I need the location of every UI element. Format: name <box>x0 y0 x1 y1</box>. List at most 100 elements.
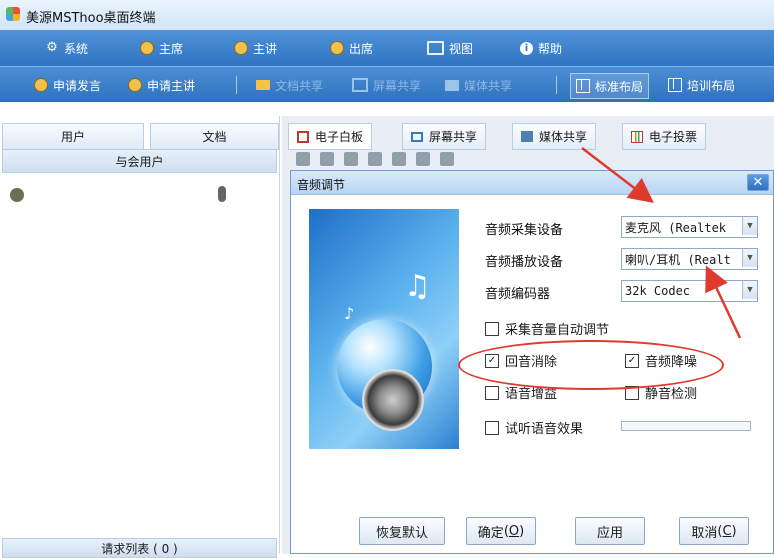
vote-icon <box>631 130 643 143</box>
menu-chair-label: 主席 <box>159 41 184 56</box>
ok-shortcut: O <box>508 523 520 539</box>
codec-label: 音频编码器 <box>485 287 551 302</box>
window-title: 美源MSThoo桌面终端 <box>26 11 156 26</box>
menu-system-label: 系统 <box>64 41 89 56</box>
screen-icon <box>411 131 423 142</box>
capture-device-value: 麦克风 (Realtek <box>625 220 727 235</box>
layout-icon <box>576 79 590 93</box>
ok-label: 确定 <box>477 525 504 541</box>
screen-share-label: 屏幕共享 <box>373 78 422 93</box>
menu-chair[interactable]: 主席 <box>140 30 183 66</box>
monitor-icon <box>427 41 444 55</box>
app-logo-icon <box>6 7 20 21</box>
request-present-button[interactable]: 申请主讲 <box>128 67 195 103</box>
user-icon <box>234 41 248 55</box>
menu-bar: ⚙ 系统 主席 主讲 出席 视图 i 帮助 <box>0 30 774 66</box>
window-titlebar: 美源MSThoo桌面终端 <box>0 0 774 30</box>
request-list-header[interactable]: 请求列表 ( 0 ) <box>2 538 277 558</box>
request-speak-button[interactable]: 申请发言 <box>34 67 101 103</box>
preview-label: 试听语音效果 <box>505 422 584 437</box>
user-tool-icon[interactable] <box>416 152 430 166</box>
copy-tool-icon[interactable] <box>344 152 358 166</box>
chevron-down-icon: ▼ <box>742 217 757 235</box>
left-panel: 用户 文档 与会用户 请求列表 ( 0 ) <box>0 116 280 558</box>
folder-icon <box>256 80 270 90</box>
auto-gain-label: 采集音量自动调节 <box>505 323 610 338</box>
music-note-icon: ♫ <box>404 269 431 304</box>
preview-level-meter <box>621 421 751 431</box>
film-icon <box>521 131 533 142</box>
user-icon <box>140 41 154 55</box>
whiteboard-icon <box>297 130 309 143</box>
playback-device-select[interactable]: 喇叭/耳机 (Realt ▼ <box>621 248 758 270</box>
menu-presenter[interactable]: 主讲 <box>234 30 277 66</box>
tab-voting-label: 电子投票 <box>649 130 698 144</box>
tab-whiteboard-label: 电子白板 <box>315 130 364 144</box>
user-speak-icon <box>34 78 48 92</box>
media-share-label: 媒体共享 <box>464 78 513 93</box>
standard-layout-button[interactable]: 标准布局 <box>570 73 650 99</box>
tab-whiteboard[interactable]: 电子白板 <box>288 123 373 150</box>
tab-voting[interactable]: 电子投票 <box>622 123 707 150</box>
speaker-icon <box>362 369 424 431</box>
chevron-down-icon: ▼ <box>742 249 757 267</box>
open-tool-icon[interactable] <box>320 152 334 166</box>
toolbar-separator <box>236 76 237 94</box>
menu-system[interactable]: ⚙ 系统 <box>45 30 88 66</box>
menu-view[interactable]: 视图 <box>427 30 473 66</box>
playback-device-label: 音频播放设备 <box>485 255 564 270</box>
menu-attend-label: 出席 <box>349 41 374 56</box>
standard-layout-label: 标准布局 <box>595 79 644 94</box>
training-layout-button[interactable]: 培训布局 <box>668 67 735 103</box>
menu-help-label: 帮助 <box>538 41 563 56</box>
chevron-down-icon: ▼ <box>742 281 757 299</box>
training-layout-label: 培训布局 <box>687 78 736 93</box>
checkbox-box <box>485 420 499 435</box>
tab-screen-share[interactable]: 屏幕共享 <box>402 123 487 150</box>
menu-help[interactable]: i 帮助 <box>520 30 562 66</box>
menu-presenter-label: 主讲 <box>253 41 278 56</box>
tab-users[interactable]: 用户 <box>2 123 144 150</box>
save-tool-icon[interactable] <box>368 152 382 166</box>
codec-select[interactable]: 32k Codec ▼ <box>621 280 758 302</box>
file-share-label: 文档共享 <box>275 78 324 93</box>
gear-icon: ⚙ <box>46 40 58 55</box>
file-share-button[interactable]: 文档共享 <box>256 67 323 103</box>
layout-icon <box>668 78 682 92</box>
help-icon: i <box>520 41 533 55</box>
capture-device-select[interactable]: 麦克风 (Realtek ▼ <box>621 216 758 238</box>
checkbox-box <box>485 385 499 400</box>
request-speak-label: 申请发言 <box>53 78 102 93</box>
cancel-button[interactable]: 取消(C) <box>679 517 749 545</box>
image-tool-icon[interactable] <box>392 152 406 166</box>
user-present-icon <box>128 78 142 92</box>
close-button[interactable]: ✕ <box>747 174 769 191</box>
toolbar-separator <box>556 76 557 94</box>
ok-button[interactable]: 确定(O) <box>466 517 536 545</box>
annotation-ellipse <box>458 340 724 390</box>
music-note-icon: ♪ <box>344 304 355 323</box>
screen-share-button[interactable]: 屏幕共享 <box>352 67 421 103</box>
cancel-label: 取消 <box>691 525 718 541</box>
tab-screen-share-label: 屏幕共享 <box>429 130 478 144</box>
user-icon <box>330 41 344 55</box>
playback-device-value: 喇叭/耳机 (Realt <box>625 252 731 267</box>
tab-documents[interactable]: 文档 <box>150 123 279 150</box>
user-tool-icon[interactable] <box>440 152 454 166</box>
auto-gain-checkbox[interactable]: 采集音量自动调节 <box>485 319 609 338</box>
audio-illustration: ♫ ♪ <box>309 209 459 449</box>
menu-view-label: 视图 <box>449 41 474 56</box>
media-share-button[interactable]: 媒体共享 <box>445 67 512 103</box>
apply-button[interactable]: 应用 <box>575 517 645 545</box>
pen-tool-icon[interactable] <box>296 152 310 166</box>
capture-device-label: 音频采集设备 <box>485 223 564 238</box>
dialog-title: 音频调节 <box>297 178 346 192</box>
tab-media-share[interactable]: 媒体共享 <box>512 123 597 150</box>
menu-attend[interactable]: 出席 <box>330 30 373 66</box>
cancel-shortcut: C <box>722 523 732 539</box>
restore-default-button[interactable]: 恢复默认 <box>359 517 445 545</box>
preview-checkbox[interactable]: 试听语音效果 <box>485 418 583 437</box>
tab-media-share-label: 媒体共享 <box>539 130 588 144</box>
microphone-icon[interactable] <box>218 186 226 202</box>
checkbox-box <box>485 321 499 336</box>
